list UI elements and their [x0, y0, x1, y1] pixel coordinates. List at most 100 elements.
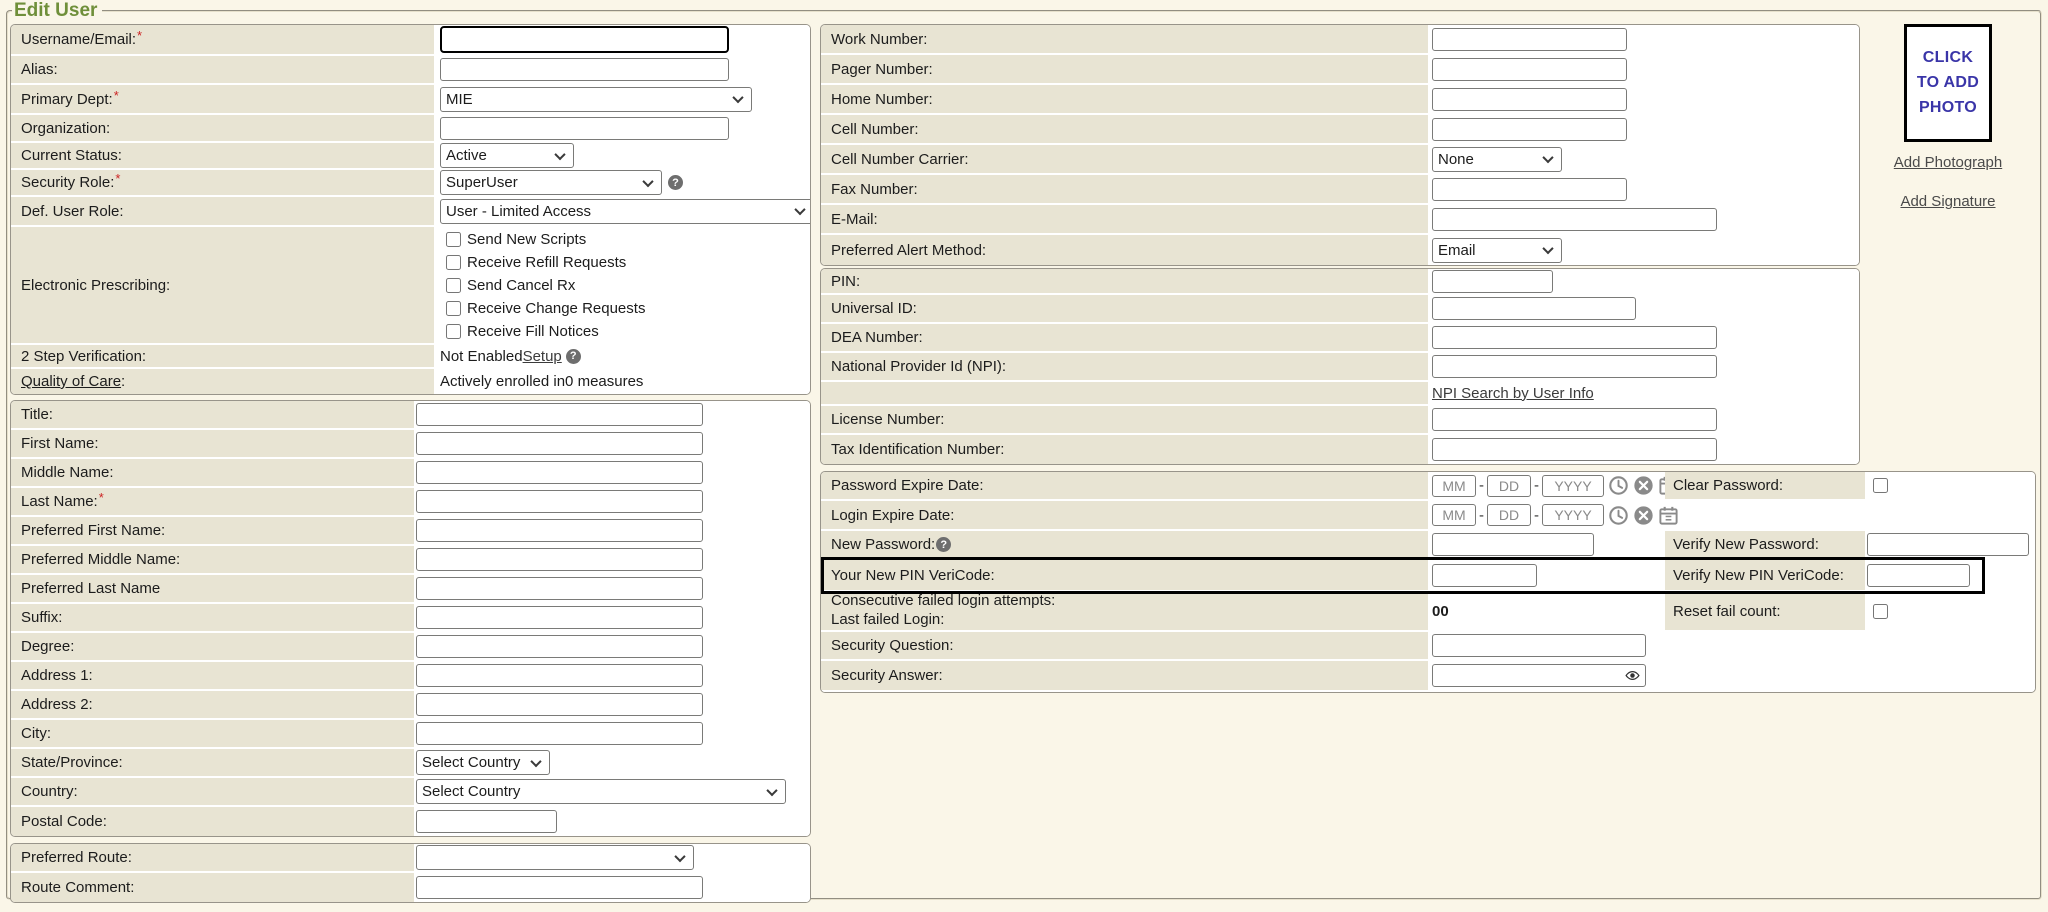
address2-label-cell: Address 2:: [11, 691, 414, 718]
preferred-route-select[interactable]: [416, 845, 694, 870]
receive-change-requests-checkbox[interactable]: [446, 301, 461, 316]
new-password-input[interactable]: [1432, 533, 1594, 556]
clear-password-checkbox[interactable]: [1873, 478, 1888, 493]
password-expire-mm-input[interactable]: [1432, 475, 1476, 497]
reset-fail-checkbox[interactable]: [1873, 604, 1888, 619]
current-status-select[interactable]: Active: [440, 143, 574, 168]
def-user-role-row: Def. User Role: User - Limited Access: [11, 197, 810, 227]
dea-number-input[interactable]: [1432, 326, 1717, 349]
help-icon[interactable]: ?: [936, 537, 951, 552]
license-number-label-cell: License Number:: [821, 406, 1428, 433]
security-role-row: Security Role:* SuperUser ?: [11, 170, 810, 197]
tax-id-input[interactable]: [1432, 438, 1717, 461]
organization-input[interactable]: [440, 117, 729, 140]
pager-number-input[interactable]: [1432, 58, 1627, 81]
suffix-input[interactable]: [416, 606, 703, 629]
fax-number-input[interactable]: [1432, 178, 1627, 201]
npi-search-link[interactable]: NPI Search by User Info: [1432, 385, 1594, 402]
login-expire-mm-input[interactable]: [1432, 504, 1476, 526]
email-input[interactable]: [1432, 208, 1717, 231]
universal-id-input[interactable]: [1432, 297, 1636, 320]
primary-dept-selected: MIE: [446, 91, 473, 108]
receive-refill-requests-label: Receive Refill Requests: [467, 254, 626, 271]
pin-vericode-input[interactable]: [1432, 564, 1537, 587]
send-cancel-rx-checkbox[interactable]: [446, 278, 461, 293]
setup-link[interactable]: Setup: [523, 348, 562, 365]
security-role-label-cell: Security Role:*: [11, 170, 434, 195]
required-asterisk: *: [137, 29, 142, 42]
help-icon[interactable]: ?: [668, 175, 683, 190]
postal-code-input[interactable]: [416, 810, 557, 833]
clear-date-icon[interactable]: [1633, 475, 1654, 496]
primary-dept-select[interactable]: MIE: [440, 87, 752, 112]
quality-of-care-link[interactable]: Quality of Care: [21, 373, 121, 390]
calendar-icon[interactable]: [1658, 505, 1679, 526]
eye-icon[interactable]: [1625, 668, 1640, 683]
verify-new-password-input[interactable]: [1867, 533, 2029, 556]
option-receive-fill-notices: Receive Fill Notices: [446, 321, 645, 342]
send-new-scripts-checkbox[interactable]: [446, 232, 461, 247]
route-comment-label-cell: Route Comment:: [11, 873, 414, 902]
photo-placeholder[interactable]: CLICK TO ADD PHOTO: [1904, 24, 1992, 142]
preferred-middle-name-input[interactable]: [416, 548, 703, 571]
state-province-select[interactable]: Select Country: [416, 750, 550, 775]
current-status-selected: Active: [446, 147, 487, 164]
country-row: Country: Select Country: [11, 778, 810, 807]
cell-number-input[interactable]: [1432, 118, 1627, 141]
password-expire-dd-input[interactable]: [1487, 475, 1531, 497]
security-question-label-cell: Security Question:: [821, 632, 1428, 659]
cell-carrier-select[interactable]: None: [1432, 147, 1562, 172]
home-number-input[interactable]: [1432, 88, 1627, 111]
last-name-label-cell: Last Name:*: [11, 488, 414, 515]
preferred-last-name-input[interactable]: [416, 577, 703, 600]
time-picker-icon[interactable]: [1608, 475, 1629, 496]
help-icon[interactable]: ?: [566, 349, 581, 364]
last-name-input[interactable]: [416, 490, 703, 513]
password-expire-label: Password Expire Date:: [831, 477, 984, 494]
npi-input[interactable]: [1432, 355, 1717, 378]
receive-fill-notices-checkbox[interactable]: [446, 324, 461, 339]
clear-password-label: Clear Password:: [1673, 477, 1783, 494]
home-number-label: Home Number:: [831, 91, 933, 108]
address2-input[interactable]: [416, 693, 703, 716]
alert-method-select[interactable]: Email: [1432, 238, 1562, 263]
security-question-row: Security Question:: [821, 632, 2035, 661]
first-name-label: First Name:: [21, 435, 99, 452]
email-value-cell: [1428, 205, 1859, 233]
city-input[interactable]: [416, 722, 703, 745]
first-name-input[interactable]: [416, 432, 703, 455]
postal-code-value-cell: [414, 807, 810, 836]
address1-input[interactable]: [416, 664, 703, 687]
route-comment-input[interactable]: [416, 876, 703, 899]
security-question-input[interactable]: [1432, 634, 1646, 657]
add-photograph-link[interactable]: Add Photograph: [1862, 154, 2034, 171]
option-send-cancel-rx: Send Cancel Rx: [446, 275, 645, 296]
time-picker-icon[interactable]: [1608, 505, 1629, 526]
title-input[interactable]: [416, 403, 703, 426]
pin-input[interactable]: [1432, 270, 1553, 293]
security-answer-input[interactable]: [1432, 664, 1646, 687]
preferred-first-name-input[interactable]: [416, 519, 703, 542]
pin-vericode-value-cell: [1428, 560, 1665, 590]
preferred-middle-name-value-cell: [414, 546, 810, 573]
login-expire-dd-input[interactable]: [1487, 504, 1531, 526]
def-user-role-select[interactable]: User - Limited Access: [440, 199, 811, 224]
login-expire-yyyy-input[interactable]: [1542, 504, 1604, 526]
receive-refill-requests-checkbox[interactable]: [446, 255, 461, 270]
degree-input[interactable]: [416, 635, 703, 658]
username-input[interactable]: [440, 26, 729, 53]
alias-input[interactable]: [440, 58, 729, 81]
add-signature-link[interactable]: Add Signature: [1862, 193, 2034, 210]
middle-name-input[interactable]: [416, 461, 703, 484]
license-number-input[interactable]: [1432, 408, 1717, 431]
country-select[interactable]: Select Country: [416, 779, 786, 804]
work-number-input[interactable]: [1432, 28, 1627, 51]
clear-date-icon[interactable]: [1633, 505, 1654, 526]
security-role-select[interactable]: SuperUser: [440, 170, 662, 195]
tax-id-row: Tax Identification Number:: [821, 435, 1859, 464]
verify-pin-vericode-input[interactable]: [1867, 564, 1970, 587]
electronic-prescribing-label: Electronic Prescribing:: [21, 277, 170, 294]
password-expire-yyyy-input[interactable]: [1542, 475, 1604, 497]
npi-label: National Provider Id (NPI):: [831, 358, 1006, 375]
current-status-row: Current Status: Active: [11, 143, 810, 170]
